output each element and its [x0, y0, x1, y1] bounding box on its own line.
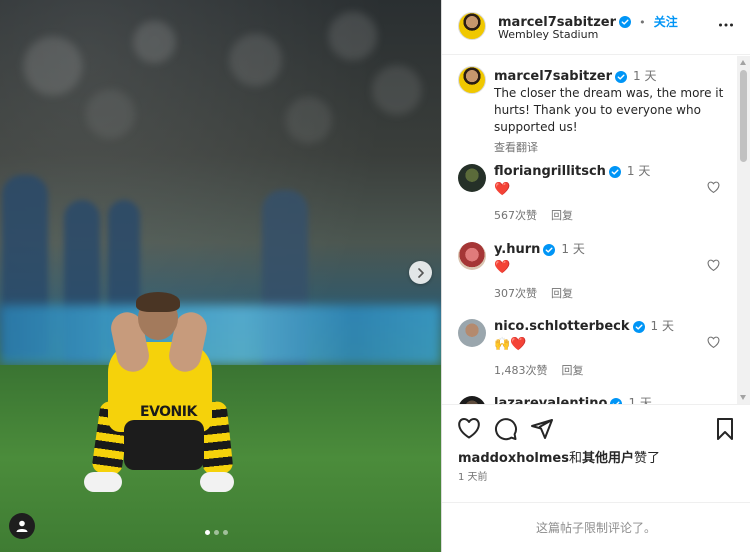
caption-username[interactable]: marcel7sabitzer	[494, 69, 612, 84]
comment-like-button[interactable]	[707, 178, 720, 197]
comment-body: floriangrillitsch 1 天 ❤️ 567次赞 回复	[494, 162, 694, 223]
other-likers-link[interactable]: 其他用户	[582, 451, 634, 466]
scroll-down-arrow-icon[interactable]	[740, 395, 746, 400]
carousel-dot	[223, 530, 228, 535]
like-button[interactable]	[457, 417, 481, 443]
player-shorts	[124, 420, 204, 470]
commenter-username[interactable]: nico.schlotterbeck	[494, 319, 630, 334]
post-header: marcel7sabitzer • 关注 Wembley Stadium	[442, 0, 750, 55]
commenter-username[interactable]: lazarevalentino	[494, 396, 607, 404]
location-link[interactable]: Wembley Stadium	[498, 28, 598, 41]
reply-button[interactable]: 回复	[562, 364, 584, 377]
player-figure: EVONIK	[80, 292, 240, 502]
comment-like-button[interactable]	[707, 256, 720, 275]
comment-like-button[interactable]	[707, 333, 720, 352]
carousel-indicator	[205, 530, 228, 535]
comments-scrollbar[interactable]	[737, 56, 750, 404]
bookmark-icon	[717, 418, 733, 440]
caption-header: marcel7sabitzer 1 天	[494, 68, 730, 85]
separator-dot: •	[639, 16, 646, 29]
comment-time[interactable]: 1 天	[651, 319, 674, 333]
author-avatar[interactable]	[458, 66, 486, 94]
verified-badge-icon	[615, 70, 628, 83]
comment-like-count[interactable]: 307次赞	[494, 287, 537, 300]
likes-connector: 和	[569, 451, 583, 466]
commenter-avatar[interactable]	[458, 396, 486, 404]
verified-badge-icon	[608, 165, 621, 178]
verified-badge-icon	[543, 243, 556, 256]
caption-time[interactable]: 1 天	[633, 69, 656, 83]
comment-like-count[interactable]: 567次赞	[494, 209, 537, 222]
heart-outline-icon	[707, 181, 720, 194]
liked-by-username[interactable]: maddoxholmes	[458, 451, 569, 466]
user-icon	[16, 520, 28, 532]
commenter-avatar[interactable]	[458, 164, 486, 192]
post-media[interactable]: EVONIK	[0, 0, 441, 552]
comment-text: ❤️	[494, 182, 511, 197]
likes-summary[interactable]: maddoxholmes和其他用户赞了	[458, 447, 660, 466]
scroll-up-arrow-icon[interactable]	[740, 60, 746, 65]
send-icon	[531, 419, 553, 439]
heart-outline-icon	[458, 418, 480, 439]
comments-disabled-text: 这篇帖子限制评论了。	[535, 521, 656, 535]
post-detail-panel: marcel7sabitzer • 关注 Wembley Stadium mar…	[441, 0, 750, 552]
follow-button[interactable]: 关注	[654, 15, 678, 29]
verified-badge-icon	[632, 320, 645, 333]
commenter-avatar[interactable]	[458, 242, 486, 270]
heart-outline-icon	[707, 259, 720, 272]
carousel-dot	[205, 530, 210, 535]
comment-item: floriangrillitsch 1 天 ❤️ 567次赞 回复	[442, 162, 738, 232]
commenter-avatar[interactable]	[458, 319, 486, 347]
comment-item: nico.schlotterbeck 1 天 🙌❤️ 1,483次赞 回复	[442, 317, 738, 387]
player-shoe	[84, 472, 122, 492]
more-options-button[interactable]	[718, 17, 734, 37]
carousel-next-button[interactable]	[409, 261, 432, 284]
more-horizontal-icon	[719, 23, 733, 27]
comment-time[interactable]: 1 天	[561, 242, 584, 256]
commenter-username[interactable]: floriangrillitsch	[494, 164, 606, 179]
chevron-right-icon	[417, 267, 424, 278]
comment-bubble-icon	[495, 418, 517, 441]
comment-body: lazarevalentino 1 天	[494, 394, 694, 404]
player-hair	[136, 292, 180, 312]
scrollbar-thumb[interactable]	[740, 70, 747, 162]
comment-time[interactable]: 1 天	[628, 396, 651, 404]
caption-text: The closer the dream was, the more it hu…	[494, 86, 724, 134]
carousel-dot	[214, 530, 219, 535]
reply-button[interactable]: 回复	[551, 287, 573, 300]
comment-text: 🙌❤️	[494, 337, 527, 352]
comment-body: nico.schlotterbeck 1 天 🙌❤️ 1,483次赞 回复	[494, 317, 694, 378]
post-caption: marcel7sabitzer 1 天 The closer the dream …	[494, 68, 730, 156]
heart-outline-icon	[707, 336, 720, 349]
reply-button[interactable]: 回复	[551, 209, 573, 222]
comment-button[interactable]	[494, 417, 518, 445]
author-avatar[interactable]	[458, 12, 486, 40]
tagged-users-button[interactable]	[9, 513, 35, 539]
comments-disabled-notice: 这篇帖子限制评论了。	[442, 502, 750, 552]
comment-like-count[interactable]: 1,483次赞	[494, 364, 548, 377]
verified-badge-icon	[619, 15, 632, 28]
comment-time[interactable]: 1 天	[627, 164, 650, 178]
share-button[interactable]	[530, 417, 554, 445]
comment-item: lazarevalentino 1 天	[442, 394, 738, 404]
comment-item: y.hurn 1 天 ❤️ 307次赞 回复	[442, 240, 738, 310]
comments-scroll-area[interactable]: marcel7sabitzer 1 天 The closer the dream …	[442, 56, 738, 404]
likes-suffix: 赞了	[634, 451, 661, 466]
comment-text: ❤️	[494, 260, 511, 275]
see-translation-link[interactable]: 查看翻译	[494, 139, 730, 156]
comment-body: y.hurn 1 天 ❤️ 307次赞 回复	[494, 240, 694, 301]
save-button[interactable]	[714, 417, 736, 445]
post-actions: maddoxholmes和其他用户赞了 1 天前	[442, 404, 750, 502]
commenter-username[interactable]: y.hurn	[494, 242, 540, 257]
jersey-sponsor-text: EVONIK	[140, 404, 197, 420]
player-shoe	[200, 472, 234, 492]
post-timestamp[interactable]: 1 天前	[458, 468, 488, 483]
